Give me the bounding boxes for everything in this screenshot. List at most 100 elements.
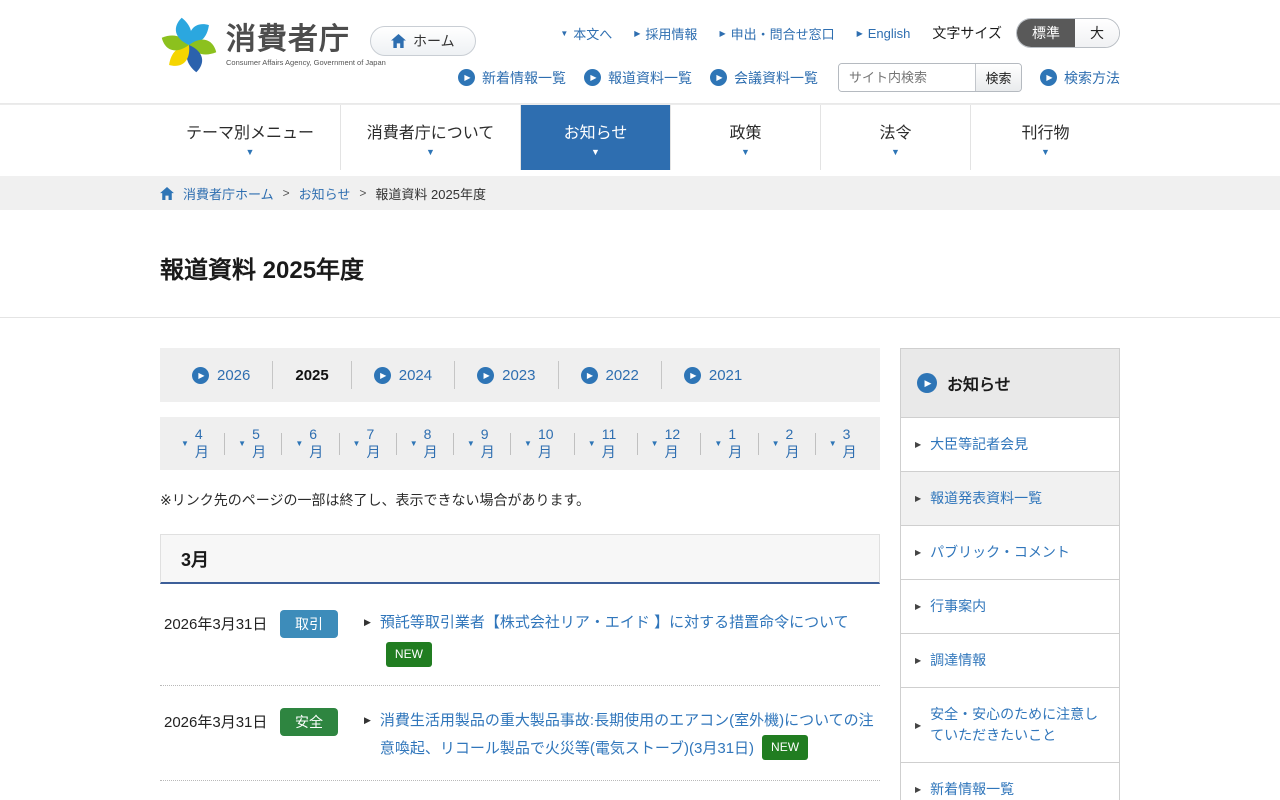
search-input[interactable] [839, 64, 975, 91]
news-list: 2026年3月31日取引▶預託等取引業者【株式会社リア・エイド 】に対する措置命… [160, 588, 880, 800]
utility-link-採用情報[interactable]: ▶採用情報 [634, 24, 697, 43]
chevron-down-icon: ▼ [353, 439, 361, 448]
year-tab-2021[interactable]: ▶ 2021 [661, 361, 764, 389]
breadcrumb-separator: > [283, 186, 290, 200]
sidebar-item-パブリック・コメント[interactable]: ▶パブリック・コメント [901, 525, 1119, 579]
chevron-down-icon: ▼ [591, 148, 600, 157]
sidebar-item-安全・安心のために注意していただきたいこと[interactable]: ▶安全・安心のために注意していただきたいこと [901, 687, 1119, 762]
nav-tab-label: お知らせ [564, 119, 628, 143]
agency-name: 消費者庁 [226, 23, 386, 56]
utility-link-label: 本文へ [573, 24, 612, 43]
sidebar-item-報道発表資料一覧[interactable]: ▶報道発表資料一覧 [901, 471, 1119, 525]
search-help-link[interactable]: ▶ 検索方法 [1040, 68, 1120, 88]
nav-tab-label: テーマ別メニュー [186, 119, 314, 143]
utility-link-English[interactable]: ▶English [857, 24, 911, 43]
font-size-large-button[interactable]: 大 [1075, 19, 1119, 47]
arrow-circle-icon: ▶ [581, 367, 598, 384]
arrow-right-icon: ▶ [915, 721, 921, 730]
agency-logo[interactable]: 消費者庁 Consumer Affairs Agency, Government… [160, 16, 386, 74]
chevron-down-icon: ▼ [426, 148, 435, 157]
news-body: 預託等取引業者【株式会社リア・エイド 】に対する措置命令について NEW [380, 610, 876, 667]
utility-link-label: 採用情報 [645, 24, 697, 43]
arrow-right-icon: ▶ [915, 656, 921, 665]
nav-tab-政策[interactable]: 政策▼ [670, 105, 820, 170]
quick-link-新着情報一覧[interactable]: ▶新着情報一覧 [458, 68, 566, 88]
breadcrumb-link-お知らせ[interactable]: お知らせ [299, 184, 351, 203]
month-link-5月[interactable]: ▼5月 [224, 433, 281, 455]
utility-link-申出・問合せ窓口[interactable]: ▶申出・問合せ窓口 [719, 24, 834, 43]
breadcrumb-home-icon [160, 187, 174, 200]
month-link-6月[interactable]: ▼6月 [281, 433, 338, 455]
year-current-label: 2025 [295, 367, 328, 384]
breadcrumb: 消費者庁ホーム>お知らせ>報道資料 2025年度 [160, 176, 1120, 210]
quick-link-報道資料一覧[interactable]: ▶報道資料一覧 [584, 68, 692, 88]
month-link-label: 8月 [424, 426, 440, 462]
month-link-2月[interactable]: ▼2月 [758, 433, 815, 455]
month-link-4月[interactable]: ▼4月 [168, 433, 224, 455]
sidebar-item-調達情報[interactable]: ▶調達情報 [901, 633, 1119, 687]
chevron-down-icon: ▼ [829, 439, 837, 448]
breadcrumb-link-消費者庁ホーム[interactable]: 消費者庁ホーム [183, 184, 274, 203]
utility-link-本文へ[interactable]: ▼本文へ [560, 24, 612, 43]
category-badge: 安全 [280, 708, 338, 736]
month-link-label: 2月 [786, 426, 802, 462]
arrow-circle-icon: ▶ [684, 367, 701, 384]
month-link-label: 3月 [843, 426, 859, 462]
arrow-circle-icon: ▶ [1040, 69, 1057, 86]
nav-tab-label: 刊行物 [1021, 119, 1069, 143]
search-button[interactable]: 検索 [975, 64, 1021, 91]
nav-tab-消費者庁について[interactable]: 消費者庁について▼ [340, 105, 520, 170]
quick-link-会議資料一覧[interactable]: ▶会議資料一覧 [710, 68, 818, 88]
arrow-circle-icon: ▶ [458, 69, 475, 86]
arrow-circle-icon: ▶ [710, 69, 727, 86]
arrow-right-icon: ▶ [915, 494, 921, 503]
utility-links: ▼本文へ▶採用情報▶申出・問合せ窓口▶English 文字サイズ 標準 大 [560, 18, 1120, 48]
main-content: ▶20262025▶2024▶2023▶2022▶2021 ▼4月▼5月▼6月▼… [160, 348, 880, 800]
year-tab-2026[interactable]: ▶2026 [170, 361, 272, 389]
year-link: 2021 [709, 367, 742, 384]
year-tab-2024[interactable]: ▶2024 [351, 361, 454, 389]
sidebar: ▶ お知らせ ▶大臣等記者会見▶報道発表資料一覧▶パブリック・コメント▶行事案内… [900, 348, 1120, 800]
year-link: 2022 [606, 367, 639, 384]
month-link-3月[interactable]: ▼3月 [815, 433, 872, 455]
news-row: 2026年3月31日取引▶預託等取引業者【株式会社リア・エイド 】に対する措置命… [160, 588, 880, 685]
month-link-9月[interactable]: ▼9月 [453, 433, 510, 455]
nav-tab-お知らせ[interactable]: お知らせ ▼ [520, 105, 670, 170]
main-navigation: テーマ別メニュー▼消費者庁について▼お知らせ▼政策▼法令▼刊行物▼ [0, 104, 1280, 170]
nav-tab-label: 法令 [879, 119, 911, 143]
year-tab-2022[interactable]: ▶ 2022 [558, 361, 661, 389]
month-link-7月[interactable]: ▼7月 [339, 433, 396, 455]
month-link-label: 11月 [602, 426, 624, 462]
month-link-label: 6月 [309, 426, 325, 462]
nav-tab-法令[interactable]: 法令 ▼ [820, 105, 970, 170]
month-link-label: 5月 [252, 426, 268, 462]
home-button[interactable]: ホーム [370, 26, 476, 56]
month-link-label: 4月 [195, 426, 211, 462]
arrow-right-icon: ▶ [915, 602, 921, 611]
month-link-1月[interactable]: ▼1月 [700, 433, 757, 455]
new-badge: NEW [762, 735, 808, 760]
chevron-down-icon: ▼ [741, 148, 750, 157]
quick-links: ▶新着情報一覧 ▶報道資料一覧 ▶会議資料一覧 検索 ▶ 検索方法 [458, 63, 1120, 92]
new-badge: NEW [386, 642, 432, 667]
chevron-down-icon: ▼ [891, 148, 900, 157]
chevron-down-icon: ▼ [295, 439, 303, 448]
year-tab-2025: 2025 [272, 361, 350, 389]
month-link-12月[interactable]: ▼12月 [637, 433, 701, 455]
sidebar-item-新着情報一覧[interactable]: ▶新着情報一覧 [901, 762, 1119, 800]
sidebar-item-大臣等記者会見[interactable]: ▶大臣等記者会見 [901, 417, 1119, 471]
month-link-8月[interactable]: ▼8月 [396, 433, 453, 455]
month-link-10月[interactable]: ▼10月 [510, 433, 574, 455]
nav-tab-刊行物[interactable]: 刊行物 ▼ [970, 105, 1120, 170]
sidebar-item-行事案内[interactable]: ▶行事案内 [901, 579, 1119, 633]
month-link-11月[interactable]: ▼11月 [574, 433, 637, 455]
arrow-circle-icon: ▶ [584, 69, 601, 86]
sidebar-title[interactable]: ▶ お知らせ [901, 349, 1119, 417]
font-size-standard-button[interactable]: 標準 [1017, 19, 1075, 47]
year-tab-2023[interactable]: ▶2023 [454, 361, 557, 389]
chevron-down-icon: ▼ [1041, 148, 1050, 157]
arrow-circle-icon: ▶ [917, 373, 937, 393]
nav-tab-テーマ別メニュー[interactable]: テーマ別メニュー▼ [160, 105, 340, 170]
news-link[interactable]: 預託等取引業者【株式会社リア・エイド 】に対する措置命令について [380, 614, 849, 631]
utility-link-label: 申出・問合せ窓口 [731, 24, 835, 43]
